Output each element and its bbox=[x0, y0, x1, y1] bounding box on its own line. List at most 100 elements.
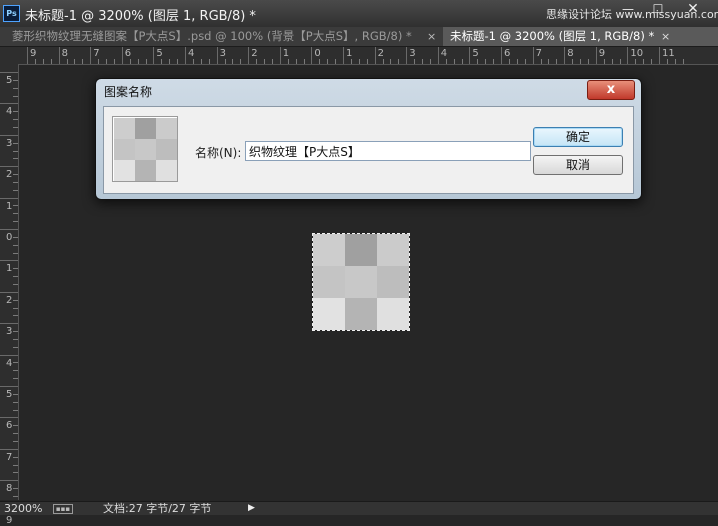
ruler-label: 8 bbox=[61, 48, 68, 59]
ruler-minor-tick bbox=[319, 59, 321, 64]
ok-button[interactable]: 确定 bbox=[533, 127, 623, 147]
ruler-label: 6 bbox=[504, 48, 511, 59]
ruler-minor-tick bbox=[366, 59, 368, 64]
ruler-minor-tick bbox=[445, 59, 447, 64]
ruler-label: 0 bbox=[6, 232, 13, 243]
ruler-minor-tick bbox=[13, 472, 18, 474]
document-info-icon[interactable]: ▪▪▪ bbox=[53, 504, 73, 514]
ruler-label: 1 bbox=[6, 263, 13, 275]
ruler-label: 1 bbox=[6, 200, 13, 212]
tab-close-icon[interactable]: × bbox=[661, 27, 670, 46]
minimize-button[interactable]: — bbox=[618, 2, 638, 16]
pattern-pixel bbox=[313, 234, 345, 266]
ruler-minor-tick bbox=[145, 59, 147, 64]
ruler-minor-tick bbox=[390, 59, 392, 64]
ruler-minor-tick bbox=[335, 59, 337, 64]
ruler-major-tick bbox=[311, 47, 313, 64]
ruler-major-tick bbox=[0, 417, 18, 419]
name-label: 名称(N): bbox=[195, 146, 242, 160]
preview-pixel bbox=[114, 139, 135, 160]
ruler-major-tick bbox=[627, 47, 629, 64]
ruler-label: 2 bbox=[6, 294, 13, 306]
ruler-label: 10 bbox=[630, 48, 644, 59]
ruler-label: 4 bbox=[6, 106, 13, 118]
ruler-label: 9 bbox=[6, 514, 13, 526]
ruler-minor-tick bbox=[13, 440, 18, 442]
ruler-minor-tick bbox=[271, 59, 273, 64]
preview-pixel bbox=[156, 139, 177, 160]
ruler-label: 0 bbox=[314, 48, 321, 59]
ruler-major-tick bbox=[595, 47, 597, 64]
ruler-minor-tick bbox=[13, 189, 18, 191]
ruler-minor-tick bbox=[34, 59, 36, 64]
ruler-minor-tick bbox=[192, 59, 194, 64]
ruler-minor-tick bbox=[580, 59, 581, 64]
ruler-minor-tick bbox=[666, 59, 668, 64]
ruler-minor-tick bbox=[556, 59, 558, 64]
ruler-minor-tick bbox=[13, 221, 18, 223]
ruler-minor-tick bbox=[13, 409, 18, 411]
ruler-major-tick bbox=[0, 354, 18, 356]
ruler-minor-tick bbox=[240, 59, 242, 64]
ruler-major-tick bbox=[121, 47, 123, 64]
ruler-minor-tick bbox=[524, 59, 526, 64]
ruler-minor-tick bbox=[350, 59, 352, 64]
ruler-minor-tick bbox=[74, 59, 76, 64]
ruler-label: 3 bbox=[409, 48, 416, 59]
ruler-minor-tick bbox=[13, 346, 18, 348]
ruler-minor-tick bbox=[358, 59, 360, 64]
ruler-minor-tick bbox=[13, 370, 18, 372]
cancel-button[interactable]: 取消 bbox=[533, 155, 623, 175]
ruler-minor-tick bbox=[13, 95, 18, 97]
ruler-major-tick bbox=[0, 448, 18, 450]
ruler-minor-tick bbox=[13, 181, 18, 183]
ruler-minor-tick bbox=[13, 378, 18, 380]
ruler-minor-tick bbox=[508, 59, 510, 64]
tab-label: 菱形织物纹理无缝图案【P大点S】.psd @ 100% (背景【P大点S】, R… bbox=[12, 29, 412, 43]
preview-pixel bbox=[135, 160, 156, 181]
window-title: 未标题-1 @ 3200% (图层 1, RGB/8) * bbox=[25, 9, 256, 24]
photoshop-logo-icon: Ps bbox=[3, 5, 20, 22]
dialog-close-button[interactable]: x bbox=[587, 80, 635, 100]
ruler-label: 3 bbox=[6, 326, 13, 338]
zoom-level[interactable]: 3200% bbox=[4, 502, 42, 515]
ruler-major-tick bbox=[532, 47, 534, 64]
tab-document-untitled[interactable]: 未标题-1 @ 3200% (图层 1, RGB/8) * × bbox=[443, 27, 718, 46]
status-menu-arrow-icon[interactable]: ▶ bbox=[248, 502, 255, 515]
preview-pixel bbox=[135, 139, 156, 160]
tab-close-icon[interactable]: × bbox=[427, 27, 436, 46]
ruler-major-tick bbox=[0, 166, 18, 168]
pattern-name-input[interactable] bbox=[245, 141, 531, 161]
ruler-label: 6 bbox=[6, 420, 13, 432]
ruler-minor-tick bbox=[13, 456, 18, 458]
ruler-label: 1 bbox=[346, 48, 353, 59]
maximize-button[interactable]: ☐ bbox=[648, 2, 668, 16]
ruler-minor-tick bbox=[619, 59, 621, 64]
pattern-document-canvas[interactable] bbox=[312, 233, 410, 331]
ruler-minor-tick bbox=[169, 59, 171, 64]
ruler-minor-tick bbox=[572, 59, 574, 64]
vertical-ruler[interactable]: 5 4 3 2 1 0 1 2 3 4 5 6 7 8 9 bbox=[0, 64, 19, 526]
pattern-pixel bbox=[313, 298, 345, 330]
close-window-button[interactable]: ✕ bbox=[683, 2, 703, 16]
ruler-minor-tick bbox=[674, 59, 676, 64]
ruler-origin-corner[interactable] bbox=[0, 47, 19, 65]
ruler-label: 3 bbox=[6, 137, 13, 149]
ruler-minor-tick bbox=[414, 59, 416, 64]
ruler-minor-tick bbox=[13, 111, 18, 113]
ruler-minor-tick bbox=[603, 59, 605, 64]
ruler-minor-tick bbox=[398, 59, 400, 64]
preview-pixel bbox=[114, 118, 135, 139]
horizontal-ruler[interactable]: 9 8 7 6 5 4 3 2 1 0 1 2 3 4 5 6 7 8 9 10 11 bbox=[18, 47, 718, 65]
ruler-label: 11 bbox=[662, 48, 675, 59]
ruler-major-tick bbox=[374, 47, 376, 64]
ruler-minor-tick bbox=[13, 393, 18, 395]
ruler-major-tick bbox=[90, 47, 92, 64]
ruler-major-tick bbox=[343, 47, 344, 64]
tab-document-psd[interactable]: 菱形织物纹理无缝图案【P大点S】.psd @ 100% (背景【P大点S】, R… bbox=[0, 27, 440, 46]
ruler-minor-tick bbox=[256, 59, 258, 64]
ruler-minor-tick bbox=[453, 59, 455, 64]
ruler-major-tick bbox=[0, 229, 18, 230]
ruler-minor-tick bbox=[287, 59, 289, 64]
pattern-pixel bbox=[345, 266, 377, 298]
